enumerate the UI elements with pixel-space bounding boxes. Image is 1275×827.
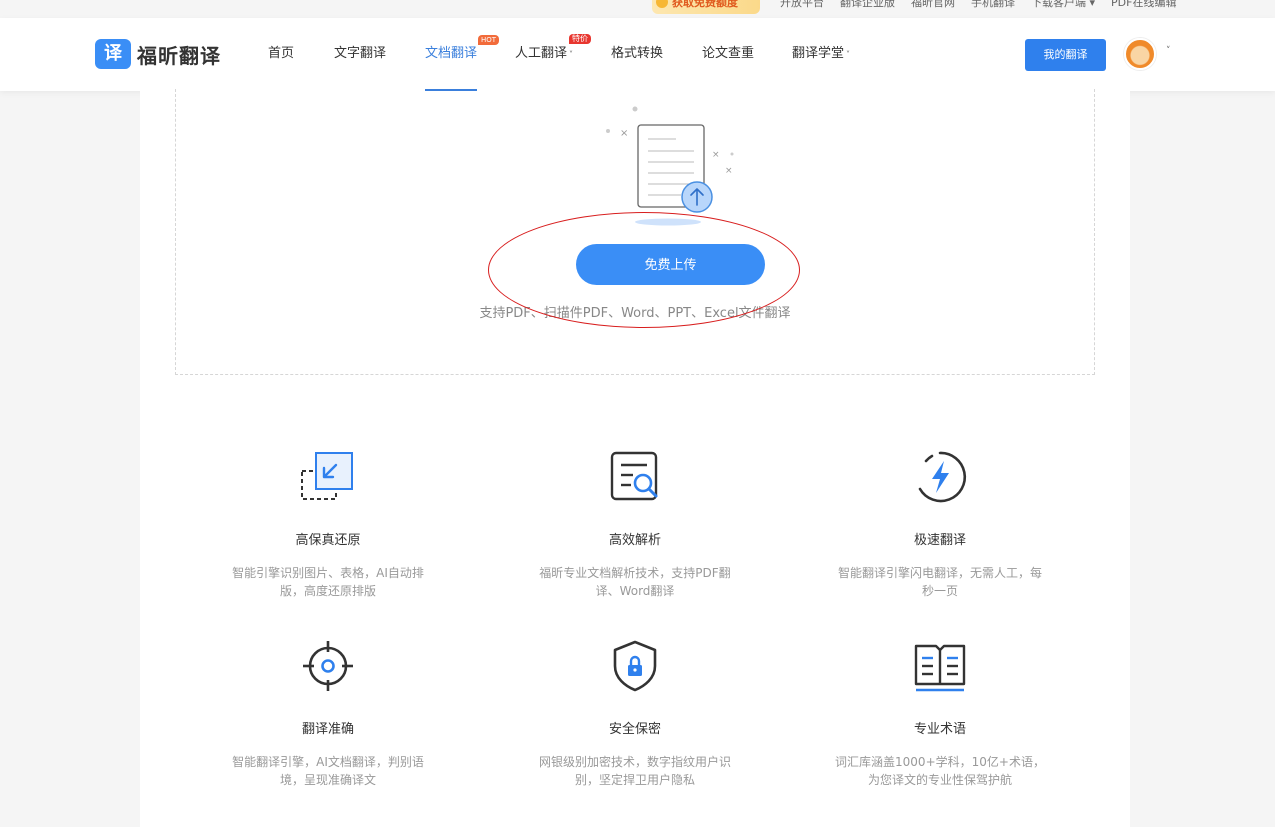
feature-card: 高效解析 福昕专业文档解析技术，支持PDF翻译、Word翻译 <box>520 449 750 600</box>
top-link-enterprise[interactable]: 翻译企业版 <box>840 0 895 10</box>
main-content: × × × 免费上传 支持PDF、扫描件PDF、Word、PPT、Excel文件… <box>140 89 1130 827</box>
feature-description: 词汇库涵盖1000+学科，10亿+术语，为您译文的专业性保驾护航 <box>835 755 1045 787</box>
promo-label: 获取免费额度 <box>672 0 738 9</box>
feature-title: 高保真还原 <box>295 533 361 548</box>
red-highlight-ellipse <box>488 212 800 328</box>
nav-plagiarism-check-label: 论文查重 <box>702 46 755 61</box>
hot-badge: HOT <box>478 35 500 45</box>
nav-text-translate[interactable]: 文字翻译 <box>334 18 386 91</box>
feature-description: 福昕专业文档解析技术，支持PDF翻译、Word翻译 <box>539 566 731 598</box>
document-search-icon <box>610 451 658 501</box>
crosshair-icon <box>303 641 353 691</box>
nav-translate-academy-label: 翻译学堂 <box>792 46 845 61</box>
restore-frame-icon <box>301 452 353 500</box>
free-quota-promo[interactable]: 获取免费额度 <box>652 0 760 14</box>
document-upload-icon: × × × <box>606 106 734 226</box>
top-link-official-site[interactable]: 福昕官网 <box>911 0 955 10</box>
chevron-down-icon: ˅ <box>569 50 574 59</box>
shield-lock-icon <box>613 640 657 692</box>
chevron-down-icon[interactable]: ˅ <box>1166 46 1171 56</box>
top-link-open-platform[interactable]: 开放平台 <box>780 0 824 10</box>
lightning-icon <box>918 451 966 503</box>
feature-card: 专业术语 词汇库涵盖1000+学科，10亿+术语，为您译文的专业性保驾护航 <box>825 638 1055 789</box>
svg-text:×: × <box>620 128 628 139</box>
svg-text:×: × <box>725 166 733 176</box>
nav-home-label: 首页 <box>268 46 295 61</box>
sale-badge: 特价 <box>569 34 591 44</box>
nav-doc-translate[interactable]: 文档翻译 HOT <box>425 18 500 91</box>
feature-title: 翻译准确 <box>301 722 354 737</box>
feature-title: 安全保密 <box>608 722 661 737</box>
top-link-mobile[interactable]: 手机翻译 <box>971 0 1015 10</box>
feature-title: 专业术语 <box>913 722 966 737</box>
feature-title: 高效解析 <box>608 533 661 548</box>
top-links: 开放平台 翻译企业版 福昕官网 手机翻译 下载客户端 ▾ PDF在线编辑 <box>780 0 1176 10</box>
nav-home[interactable]: 首页 <box>268 18 294 91</box>
my-translations-button[interactable]: 我的翻译 <box>1025 39 1106 71</box>
feature-description: 网银级别加密技术，数字指纹用户识别，坚定捍卫用户隐私 <box>538 755 731 787</box>
open-book-icon <box>914 644 966 692</box>
feature-card: 安全保密 网银级别加密技术，数字指纹用户识别，坚定捍卫用户隐私 <box>520 638 750 789</box>
logo-text: 福昕翻译 <box>137 43 221 68</box>
nav-human-translate[interactable]: 人工翻译 ˅ 特价 <box>515 18 591 91</box>
nav-human-translate-label: 人工翻译 <box>515 46 568 61</box>
nav-format-convert-label: 格式转换 <box>611 46 664 61</box>
top-link-pdf-editor[interactable]: PDF在线编辑 <box>1111 0 1176 10</box>
feature-title: 极速翻译 <box>913 533 966 548</box>
site-logo[interactable]: 译 福昕翻译 <box>95 39 221 69</box>
top-link-download-client[interactable]: 下载客户端 ▾ <box>1031 0 1095 10</box>
svg-text:×: × <box>712 150 720 160</box>
feature-description: 智能引擎识别图片、表格，AI自动排版，高度还原排版 <box>232 566 424 598</box>
chevron-down-icon: ˅ <box>846 50 851 59</box>
nav-format-convert[interactable]: 格式转换 <box>611 18 663 91</box>
feature-card: 高保真还原 智能引擎识别图片、表格，AI自动排版，高度还原排版 <box>213 449 443 600</box>
site-header: 译 福昕翻译 首页 文字翻译 文档翻译 HOT 人工翻译 ˅ 特价 格式转换 论文… <box>0 18 1275 91</box>
nav-plagiarism-check[interactable]: 论文查重 <box>702 18 754 91</box>
nav-doc-translate-label: 文档翻译 <box>425 46 478 61</box>
feature-description: 智能翻译引擎闪电翻译，无需人工，每秒一页 <box>837 566 1042 598</box>
feature-card: 翻译准确 智能翻译引擎，AI文档翻译，判别语境，呈现准确译文 <box>213 638 443 789</box>
nav-translate-academy[interactable]: 翻译学堂 ˅ <box>792 18 850 91</box>
coin-icon <box>656 0 668 8</box>
feature-description: 智能翻译引擎，AI文档翻译，判别语境，呈现准确译文 <box>232 755 424 787</box>
nav-text-translate-label: 文字翻译 <box>334 46 387 61</box>
avatar[interactable] <box>1124 38 1156 70</box>
logo-badge: 译 <box>95 39 131 69</box>
feature-card: 极速翻译 智能翻译引擎闪电翻译，无需人工，每秒一页 <box>825 449 1055 600</box>
top-utility-bar: 获取免费额度 开放平台 翻译企业版 福昕官网 手机翻译 下载客户端 ▾ PDF在… <box>0 0 1275 18</box>
